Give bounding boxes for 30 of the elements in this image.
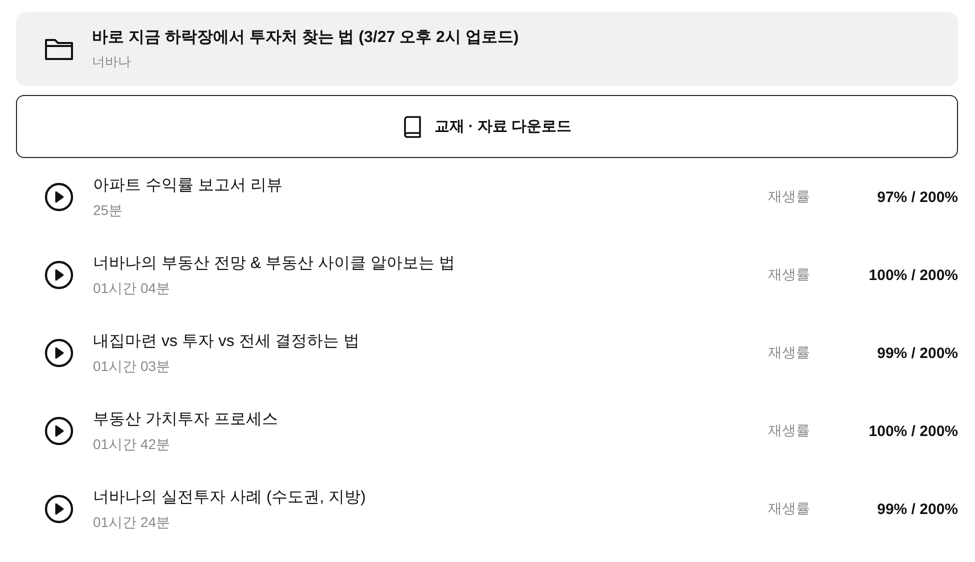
folder-icon [44, 37, 74, 61]
lesson-title[interactable]: 아파트 수익률 보고서 리뷰 [93, 174, 768, 196]
playback-rate: 100% / 200% [868, 266, 958, 284]
folder-title: 바로 지금 하락장에서 투자처 찾는 법 (3/27 오후 2시 업로드) [92, 28, 519, 48]
lesson-title[interactable]: 부동산 가치투자 프로세스 [93, 408, 768, 430]
lesson-duration: 01시간 24분 [93, 514, 172, 532]
play-icon[interactable] [44, 182, 74, 212]
author-name: 너바나 [92, 53, 132, 71]
book-icon [402, 116, 422, 138]
lesson-title[interactable]: 너바나의 부동산 전망 & 부동산 사이클 알아보는 법 [93, 252, 768, 274]
play-icon[interactable] [44, 416, 74, 446]
lesson-title[interactable]: 너바나의 실전투자 사례 (수도권, 지방) [93, 486, 768, 508]
play-icon[interactable] [44, 338, 74, 368]
play-icon[interactable] [44, 260, 74, 290]
playback-rate: 100% / 200% [868, 422, 958, 440]
download-button[interactable]: 교재 · 자료 다운로드 [16, 95, 958, 158]
playback-rate-label: 재생률 [768, 266, 811, 284]
playback-rate: 97% / 200% [876, 188, 958, 206]
lesson-duration: 01시간 42분 [93, 436, 172, 454]
lesson-duration: 01시간 04분 [93, 280, 172, 298]
lesson-title[interactable]: 내집마련 vs 투자 vs 전세 결정하는 법 [93, 330, 768, 352]
lesson-duration: 01시간 03분 [93, 358, 172, 376]
playback-rate-label: 재생률 [768, 500, 811, 518]
playback-rate: 99% / 200% [876, 344, 958, 362]
playback-rate: 99% / 200% [876, 500, 958, 518]
playback-rate-label: 재생률 [768, 344, 811, 362]
playback-rate-label: 재생률 [768, 422, 811, 440]
lesson-duration: 25분 [93, 202, 124, 220]
play-icon[interactable] [44, 494, 74, 524]
playback-rate-label: 재생률 [768, 188, 811, 206]
